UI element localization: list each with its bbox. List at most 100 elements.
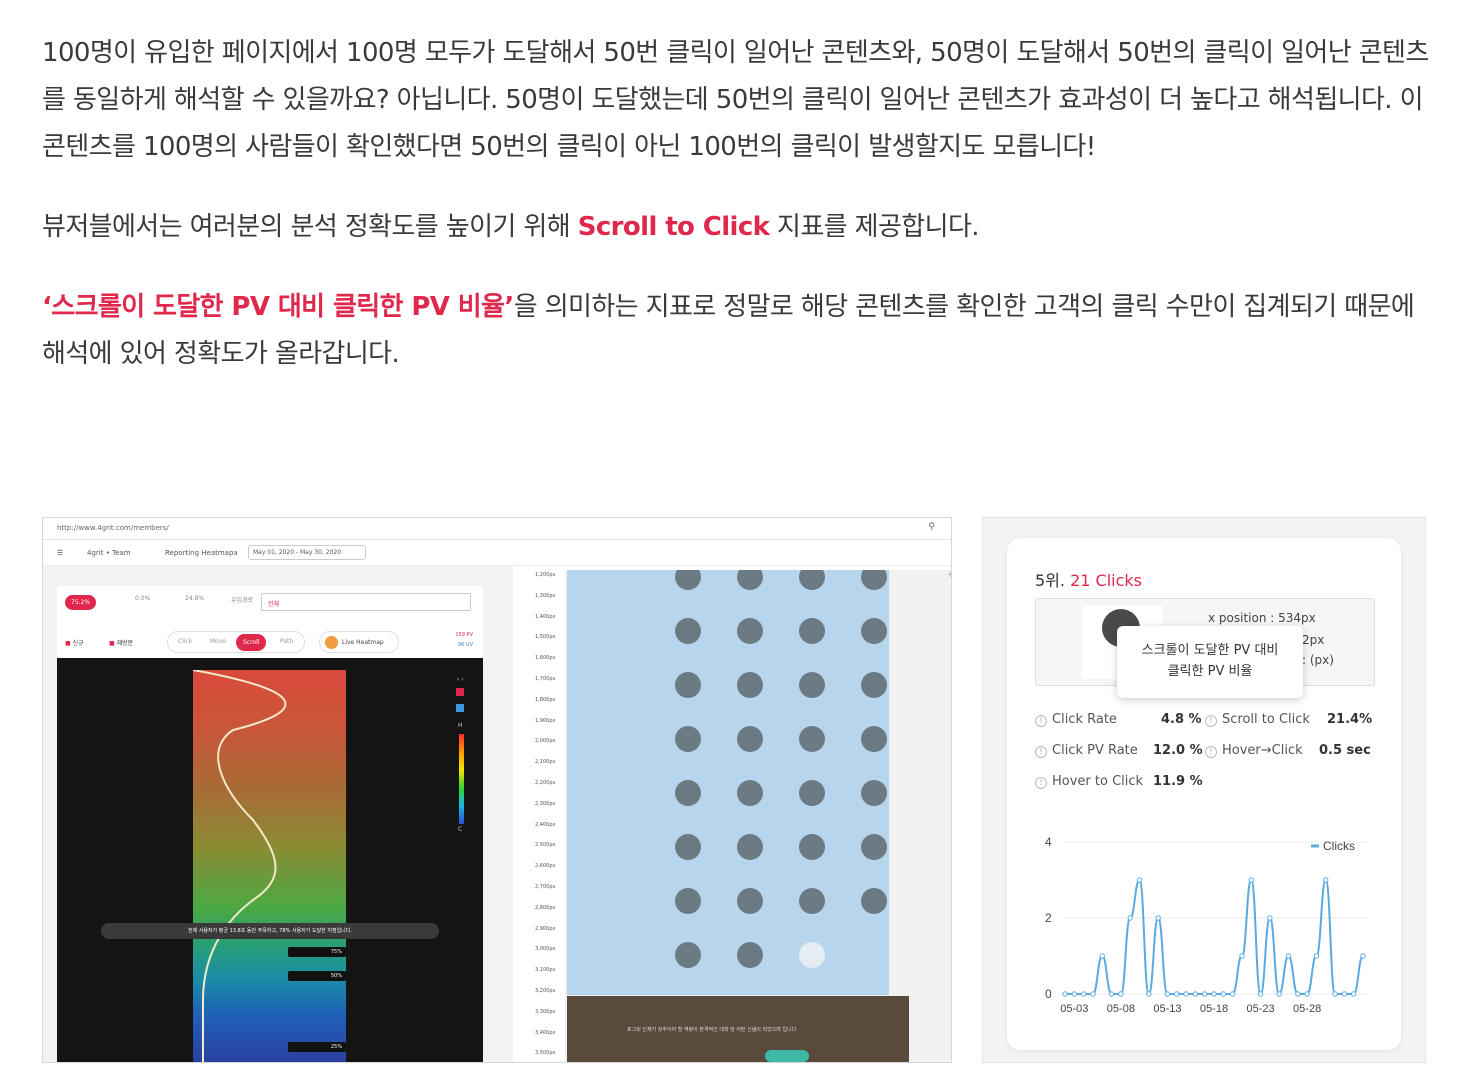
ruler-tick: 2,100px <box>535 759 556 766</box>
info-icon[interactable]: ! <box>1205 746 1217 758</box>
live-heatmap-button[interactable]: Live Heatmap <box>319 631 399 653</box>
device-chip-pc[interactable]: 75.2% <box>65 595 97 610</box>
ruler-tick: 3,400px <box>535 1029 556 1036</box>
ruler-tick: 3,100px <box>535 967 556 974</box>
x-tick-label: 05-08 <box>1107 1003 1135 1015</box>
breadcrumb-page[interactable]: Reporting Heatmapa <box>165 549 238 557</box>
member-avatar[interactable] <box>861 618 887 644</box>
member-avatar[interactable] <box>799 672 825 698</box>
footer-button[interactable] <box>765 1050 809 1062</box>
metric-click-rate: ! Click Rate <box>1035 712 1117 727</box>
member-avatar[interactable] <box>675 942 701 968</box>
member-avatar[interactable] <box>675 726 701 752</box>
data-point <box>1360 953 1366 959</box>
member-avatar[interactable] <box>737 726 763 752</box>
uv-count: 96 UV <box>457 642 473 648</box>
tab-path[interactable]: Path <box>280 638 293 645</box>
date-range-picker[interactable]: May 01, 2020 - May 30, 2020 <box>248 545 366 560</box>
data-point <box>1276 991 1282 997</box>
rank-title: 5위. 21 Clicks <box>1035 567 1142 591</box>
tab-click[interactable]: Click <box>178 638 192 645</box>
member-avatar[interactable] <box>737 780 763 806</box>
device-chip-mobile[interactable]: 24.8% <box>185 595 204 602</box>
legend-high: H <box>458 722 463 729</box>
metric-label: Click PV Rate <box>1052 743 1138 758</box>
member-avatar[interactable] <box>799 618 825 644</box>
member-avatar[interactable] <box>675 834 701 860</box>
data-point <box>1062 991 1068 997</box>
member-avatar[interactable] <box>861 726 887 752</box>
member-avatar[interactable] <box>799 942 825 968</box>
info-icon[interactable]: ! <box>1035 777 1047 789</box>
info-icon[interactable]: ! <box>1035 715 1047 727</box>
mark-25: 25% <box>288 1042 346 1052</box>
page-scroll-view[interactable]: 1,200px 1,300px 1,400px 1,500px 1,600px 1,700… <box>513 570 951 1062</box>
data-point <box>1229 991 1236 997</box>
data-point <box>1164 991 1171 997</box>
device-chip-tablet[interactable]: 0.0% <box>135 595 150 602</box>
clicks-line-chart[interactable]: 0 2 4 05-03 05-08 05-13 05-18 05-23 05-28 Clicks <box>1025 820 1385 1040</box>
legend-low: C <box>458 826 463 833</box>
scroll-heatmap[interactable]: 전체 사용자가 평균 13.8초 동안 주목하고, 78% 사용자가 도달한 지… <box>57 658 483 1062</box>
menu-icon[interactable]: ☰ <box>57 549 63 557</box>
member-avatar[interactable] <box>675 672 701 698</box>
add-icon[interactable]: + <box>947 570 951 579</box>
heatmap-tooltip: 전체 사용자가 평균 13.8초 동안 주목하고, 78% 사용자가 도달한 지… <box>101 923 439 939</box>
mark-50: 50% <box>288 971 346 981</box>
member-avatar[interactable] <box>799 834 825 860</box>
data-point <box>1211 991 1217 997</box>
tab-move[interactable]: Move <box>210 638 226 645</box>
user-icon[interactable]: ⚲ <box>928 522 935 532</box>
data-point <box>1071 991 1078 997</box>
attention-curve <box>192 669 287 1062</box>
tooltip-line-1: 스크롤이 도달한 PV 대비 <box>1141 643 1279 658</box>
metric-label: Click Rate <box>1052 712 1117 727</box>
member-avatar[interactable] <box>675 888 701 914</box>
live-heatmap-label: Live Heatmap <box>342 639 384 646</box>
ruler-tick: 1,500px <box>535 634 556 641</box>
metric-label: Hover to Click <box>1052 774 1144 789</box>
x-tick-label: 05-18 <box>1200 1003 1228 1015</box>
x-tick-label: 05-28 <box>1293 1003 1321 1015</box>
y-tick-label: 4 <box>1045 835 1052 849</box>
tab-scroll[interactable]: Scroll <box>236 634 267 651</box>
member-avatar[interactable] <box>675 780 701 806</box>
ruler-tick: 1,700px <box>535 676 556 682</box>
check-revisit[interactable]: ■ 재방문 <box>109 638 133 647</box>
info-icon[interactable]: ! <box>1035 746 1047 758</box>
member-avatar[interactable] <box>737 942 763 968</box>
info-icon[interactable]: ! <box>1205 715 1217 727</box>
member-avatar[interactable] <box>737 888 763 914</box>
breadcrumb-workspace[interactable]: 4grit • Team <box>87 549 131 557</box>
data-point <box>1146 991 1152 997</box>
member-avatar[interactable] <box>861 672 887 698</box>
breadcrumb: ☰ 4grit • Team Reporting Heatmapa May 01… <box>43 540 951 566</box>
legend-color-red[interactable] <box>456 688 464 696</box>
member-avatar[interactable] <box>799 780 825 806</box>
member-avatar[interactable] <box>799 888 825 914</box>
legend-color-blue[interactable] <box>456 704 464 712</box>
member-avatar[interactable] <box>861 888 887 914</box>
x-tick-label: 05-23 <box>1246 1003 1274 1015</box>
member-avatar[interactable] <box>737 672 763 698</box>
check-new[interactable]: ■ 신규 <box>65 638 84 647</box>
ruler-tick: 2,800px <box>535 904 556 911</box>
rank-prefix: 5위. <box>1035 571 1065 590</box>
metric-value: 4.8 % <box>1161 712 1202 727</box>
ruler-tick: 3,000px <box>535 946 556 953</box>
data-point <box>1332 991 1338 997</box>
legend-toggle-icon[interactable]: ‹ › <box>457 676 464 683</box>
ruler-tick: 2,600px <box>535 863 556 870</box>
reached-area <box>567 570 889 995</box>
scroll-to-click-highlight: Scroll to Click <box>577 212 770 242</box>
member-avatar[interactable] <box>799 726 825 752</box>
inflow-select[interactable]: 전체 <box>261 593 471 611</box>
member-avatar[interactable] <box>737 618 763 644</box>
data-point <box>1174 991 1180 997</box>
size-unit: : (px) <box>1302 653 1334 667</box>
member-avatar[interactable] <box>861 780 887 806</box>
member-avatar[interactable] <box>861 834 887 860</box>
member-avatar[interactable] <box>675 618 701 644</box>
page-url[interactable]: http://www.4grit.com/members/ <box>57 524 169 532</box>
member-avatar[interactable] <box>737 834 763 860</box>
